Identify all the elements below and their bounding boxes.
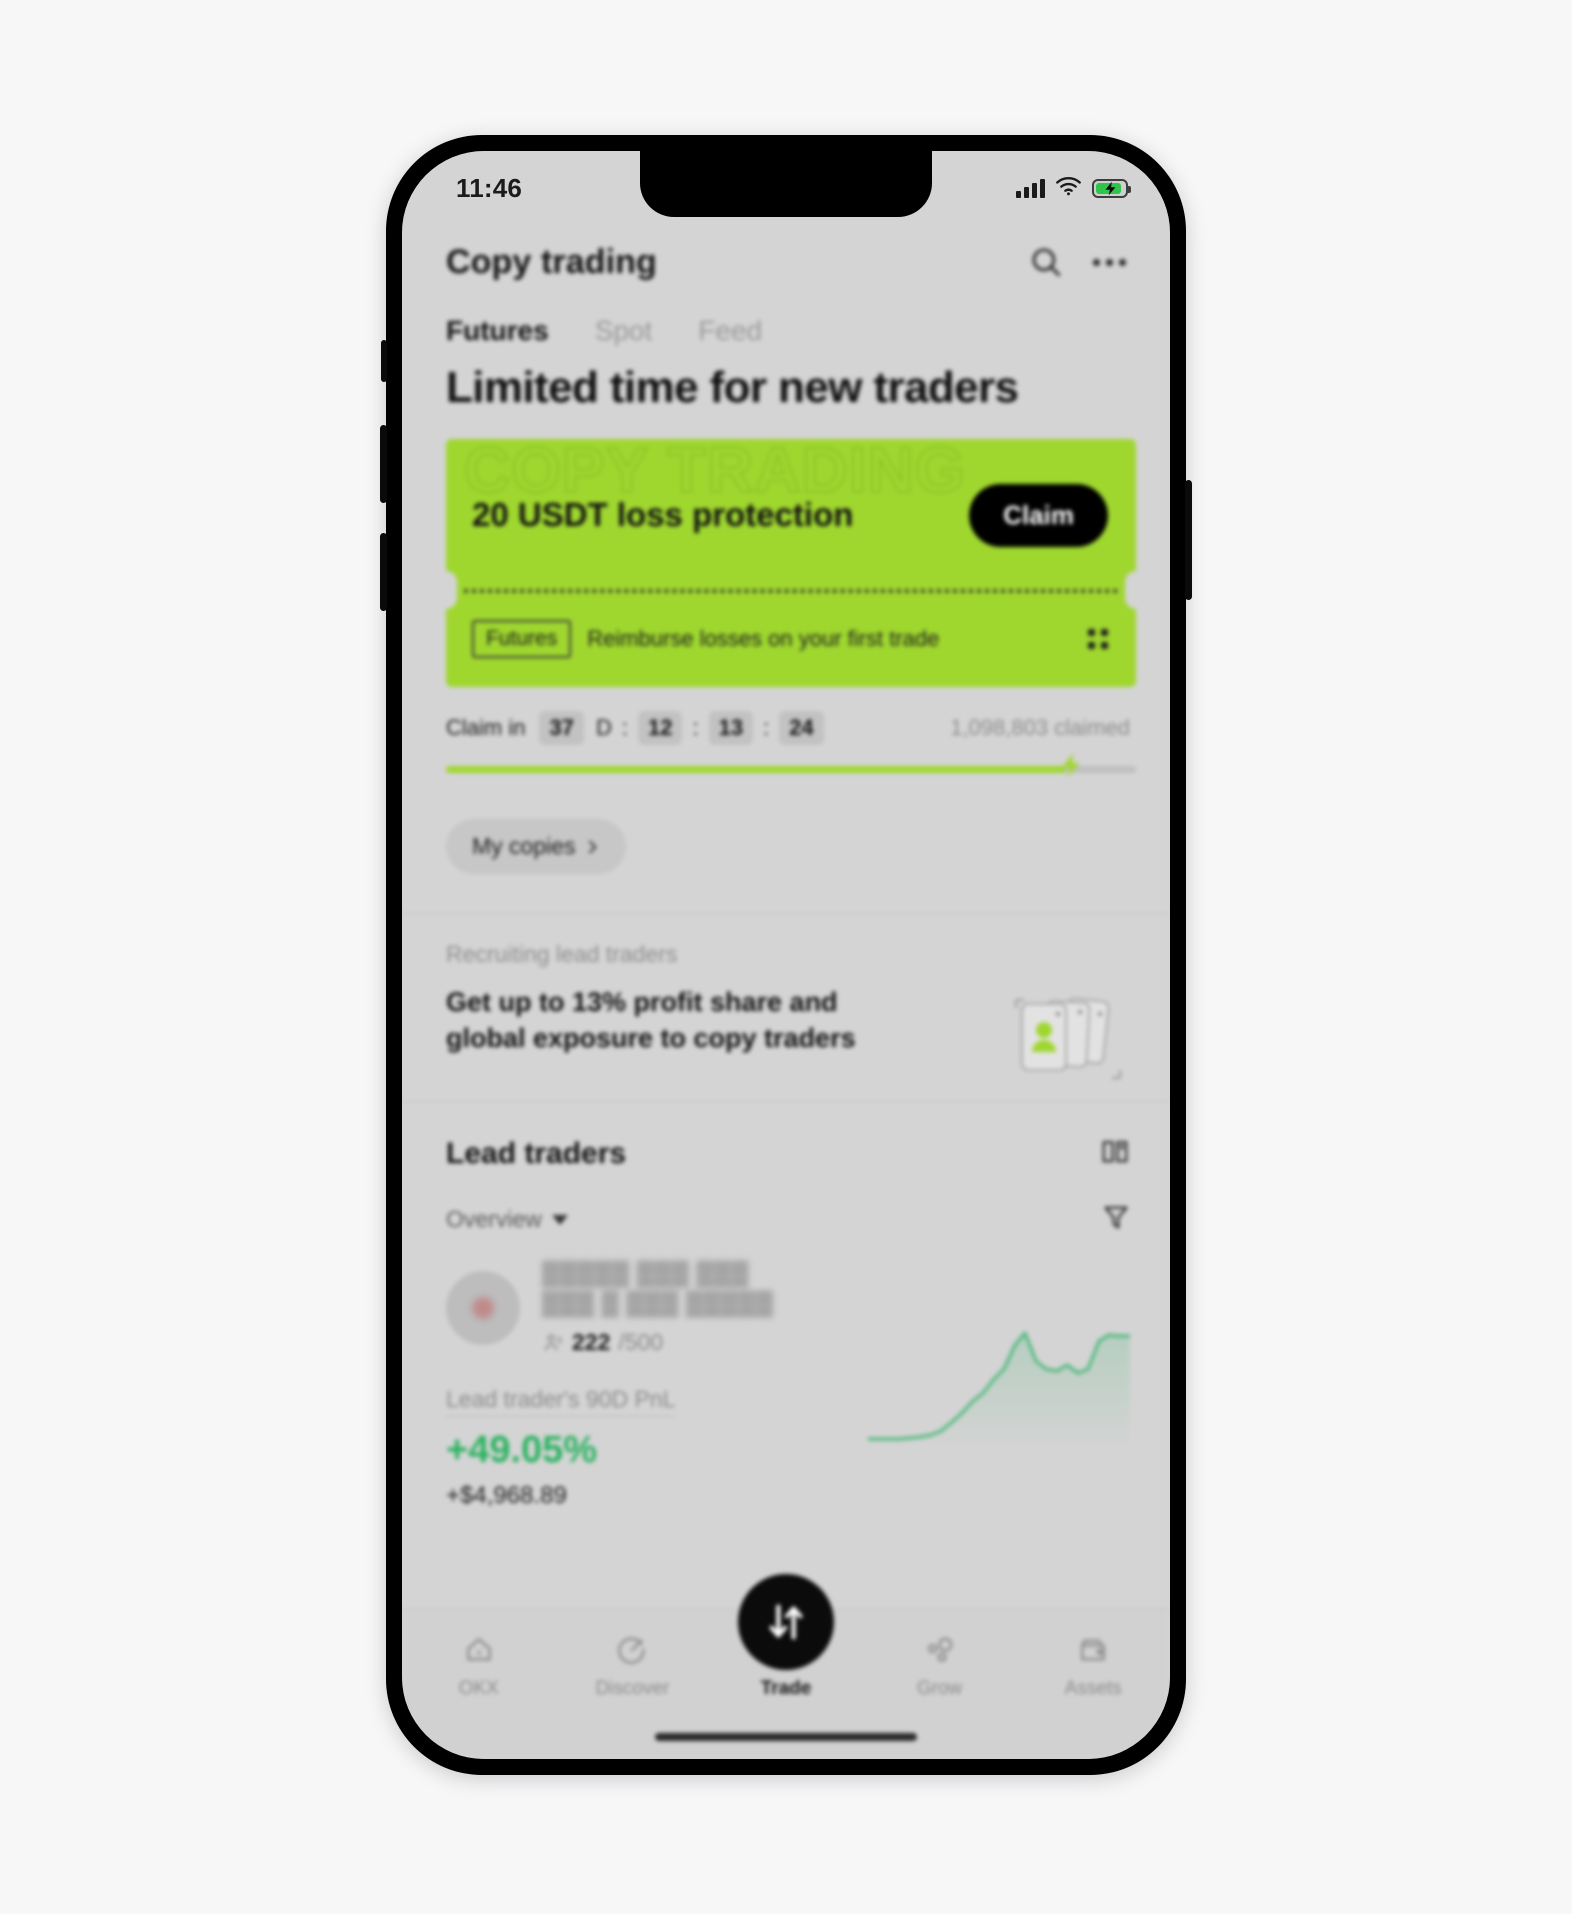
phone-mockup: Copy trading Futures Spot Feed Limited t… <box>380 135 1192 1775</box>
app-content-blurred: Copy trading Futures Spot Feed Limited t… <box>402 151 1170 1759</box>
chevron-right-icon <box>588 840 597 853</box>
claim-in-label: Claim in <box>446 715 526 740</box>
section-tabs: Futures Spot Feed <box>446 315 762 347</box>
app-header: Copy trading <box>402 231 1170 293</box>
nav-label-discover: Discover <box>595 1678 670 1699</box>
tab-futures[interactable]: Futures <box>446 315 549 347</box>
phone-volume-down-button[interactable] <box>380 533 387 611</box>
recruiting-title: Get up to 13% profit share and global ex… <box>446 987 856 1054</box>
pnl-sparkline-chart <box>868 1331 1130 1449</box>
nav-label-assets: Assets <box>1064 1678 1122 1699</box>
tab-spot[interactable]: Spot <box>595 315 653 347</box>
recruiting-label: Recruiting lead traders <box>446 941 678 967</box>
countdown-seconds: 24 <box>779 711 824 745</box>
claim-countdown-row: Claim in 37 D : 12 : 13 : 24 1,098,803 c… <box>446 711 1130 745</box>
trader-cards-illustration <box>1000 988 1130 1088</box>
countdown-days-unit: D <box>595 715 612 740</box>
phone-mute-switch[interactable] <box>381 340 387 382</box>
people-icon <box>544 1334 562 1350</box>
countdown-minutes: 13 <box>708 711 754 745</box>
phone-screen: Copy trading Futures Spot Feed Limited t… <box>402 151 1170 1759</box>
nav-item-grow[interactable]: Grow <box>885 1634 995 1700</box>
countdown-days: 37 <box>539 711 584 745</box>
chevron-down-icon <box>551 1214 568 1225</box>
phone-notch <box>640 151 932 217</box>
more-options-icon[interactable] <box>1093 258 1126 266</box>
coupon-title: 20 USDT loss protection <box>472 496 854 533</box>
tab-feed[interactable]: Feed <box>698 315 762 347</box>
compass-icon <box>618 1637 645 1664</box>
grow-bubbles-icon <box>927 1637 952 1662</box>
followers-current: 222 <box>572 1329 611 1355</box>
countdown-hours: 12 <box>637 711 683 745</box>
sort-label: Overview <box>446 1206 542 1232</box>
nav-item-okx[interactable]: OKX <box>424 1634 534 1700</box>
lead-traders-filter-row: Overview <box>446 1203 1130 1236</box>
battery-charging-icon <box>1092 178 1131 198</box>
my-copies-label: My copies <box>472 833 576 859</box>
claimed-count: 1,098,803 claimed <box>950 715 1130 740</box>
claim-button[interactable]: Claim <box>969 483 1108 547</box>
countdown-sep-3: : <box>763 715 770 740</box>
status-bar-time: 11:46 <box>456 172 523 203</box>
home-icon <box>466 1638 491 1661</box>
phone-power-button[interactable] <box>1185 480 1192 600</box>
trader-name-line-2: ▒▒▒ ▒ ▒▒▒ ▒▒▒▒▒ <box>542 1290 774 1317</box>
sort-dropdown[interactable]: Overview <box>446 1206 568 1233</box>
nav-label-grow: Grow <box>916 1678 963 1699</box>
phone-volume-up-button[interactable] <box>380 425 387 503</box>
promo-heading: Limited time for new traders <box>446 363 1019 412</box>
progress-bolt-icon <box>1058 748 1084 787</box>
page-title: Copy trading <box>446 242 657 281</box>
recruiting-banner[interactable]: Recruiting lead traders Get up to 13% pr… <box>446 941 1130 1088</box>
expand-icon[interactable] <box>1086 627 1110 651</box>
cellular-signal-icon <box>1016 178 1045 198</box>
nav-item-trade[interactable]: Trade <box>731 1574 841 1700</box>
nav-item-assets[interactable]: Assets <box>1038 1634 1148 1700</box>
trader-name-line-1: ▒▒▒▒▒ ▒▒▒ ▒▒▒ <box>542 1260 749 1287</box>
search-icon[interactable] <box>1029 245 1063 279</box>
home-indicator <box>655 1733 917 1741</box>
countdown-sep-2: : <box>692 715 699 740</box>
avatar <box>446 1270 520 1345</box>
trade-fab-button[interactable] <box>738 1574 834 1670</box>
lead-trader-card[interactable]: ▒▒▒▒▒ ▒▒▒ ▒▒▒ ▒▒▒ ▒ ▒▒▒ ▒▒▒▒▒ 222 /500 L… <box>446 1259 1130 1510</box>
promo-coupon-card[interactable]: COPY TRADING 20 USDT loss protection Cla… <box>446 439 1136 687</box>
followers-max: /500 <box>618 1329 664 1355</box>
coupon-market-chip: Futures <box>472 620 572 658</box>
wifi-icon <box>1055 175 1082 201</box>
screenshot-canvas: Copy trading Futures Spot Feed Limited t… <box>0 0 1572 1914</box>
filter-icon[interactable] <box>1102 1203 1130 1236</box>
divider-bottom <box>402 1101 1170 1102</box>
wallet-icon <box>1081 1639 1106 1661</box>
divider-top <box>402 913 1170 914</box>
lead-traders-title: Lead traders <box>446 1136 627 1170</box>
pnl-label: Lead trader's 90D PnL <box>446 1386 676 1417</box>
pnl-amount: +$4,968.89 <box>446 1482 567 1509</box>
swap-arrows-icon <box>769 1604 803 1640</box>
lead-traders-header: Lead traders <box>446 1136 1130 1171</box>
nav-label-trade: Trade <box>760 1678 812 1699</box>
my-copies-button[interactable]: My copies <box>446 819 626 874</box>
nav-item-discover[interactable]: Discover <box>577 1634 687 1700</box>
countdown-sep-1: : <box>621 715 628 740</box>
guide-book-icon[interactable] <box>1100 1136 1130 1171</box>
nav-label-okx: OKX <box>458 1678 499 1699</box>
claim-progress-bar <box>446 753 1136 777</box>
coupon-subtitle: Reimburse losses on your first trade <box>587 626 940 651</box>
